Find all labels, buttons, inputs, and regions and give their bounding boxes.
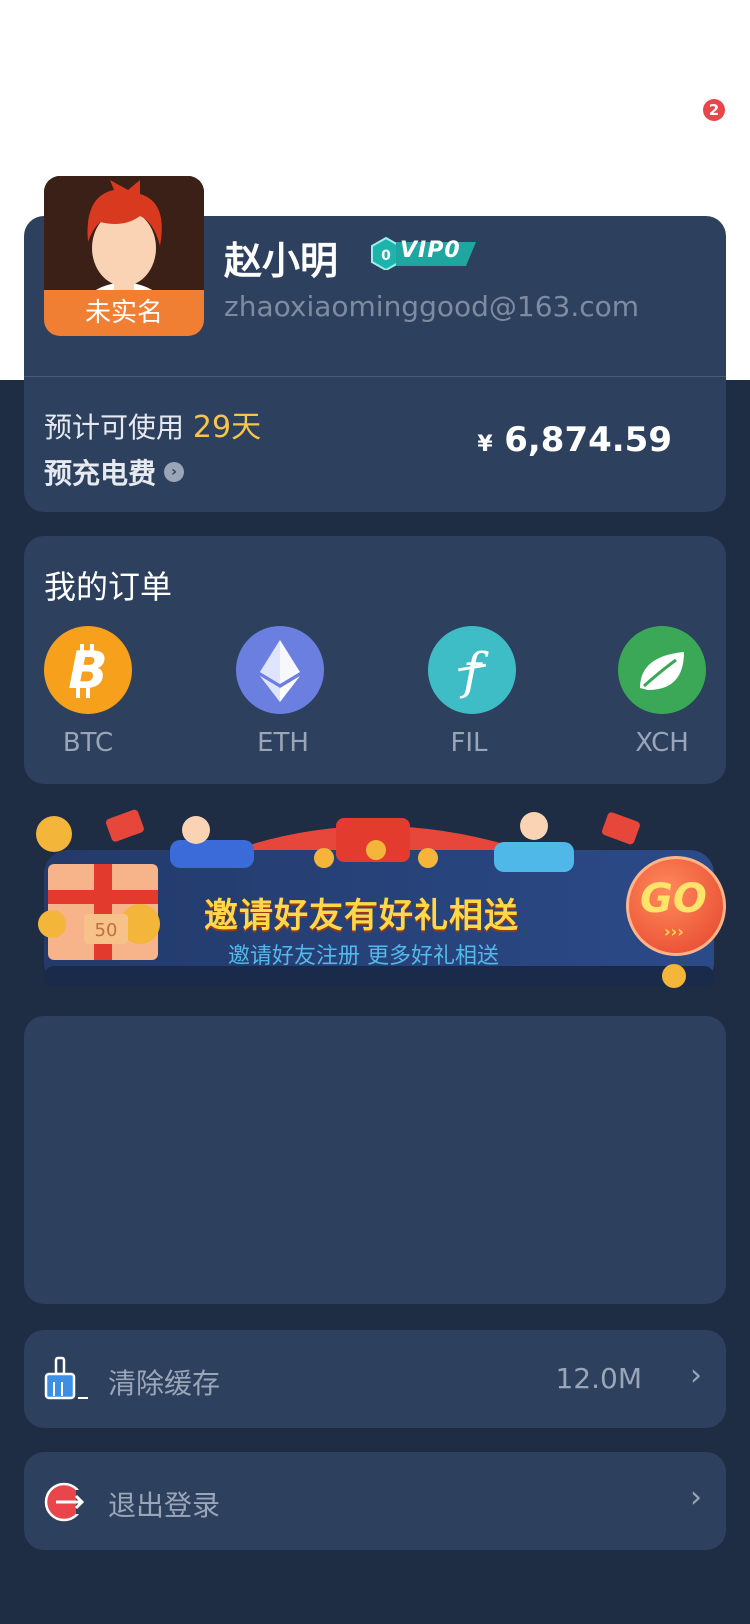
xch-label: XCH (635, 728, 689, 758)
fil-button[interactable]: f (428, 626, 516, 714)
usage-days: 预计可使用 29天 (44, 402, 261, 446)
balance: ¥ 6,874.59 (477, 420, 672, 460)
btc-label: BTC (62, 728, 114, 758)
triple-chevron-icon: ››› (664, 922, 684, 941)
chevron-right-icon: › (690, 1480, 702, 1515)
broom-icon (44, 1356, 88, 1400)
logout-label: 退出登录 (108, 1489, 221, 1522)
currency-symbol: ¥ (477, 432, 493, 457)
chevron-right-icon: › (690, 1358, 702, 1393)
logout-icon (44, 1482, 86, 1522)
btc-button[interactable]: B (44, 626, 132, 714)
banner-subtitle: 邀请好友注册 更多好礼相送 (228, 944, 499, 969)
cache-size: 12.0M (555, 1362, 642, 1395)
bitcoin-icon: B (68, 641, 108, 701)
vip-label: VIP0 (400, 238, 461, 263)
eth-button[interactable] (236, 626, 324, 714)
eth-label: ETH (257, 728, 309, 758)
chevron-right-icon: › (164, 462, 185, 482)
user-name: 赵小明 (224, 239, 339, 283)
verification-status-label: 未实名 (44, 290, 204, 336)
vip-level-number: 0 (381, 248, 391, 264)
recharge-label: 预充电费 (44, 457, 157, 490)
clear-cache-label: 清除缓存 (108, 1367, 221, 1400)
filecoin-icon: f (458, 642, 489, 700)
coupon-value: 50 (95, 920, 118, 941)
usage-days-value: 29天 (192, 410, 262, 445)
banner-title: 邀请好友有好礼相送 (204, 896, 519, 936)
chia-leaf-icon (640, 652, 684, 690)
xch-button[interactable] (618, 626, 706, 714)
avatar[interactable]: 未实名 (44, 176, 204, 336)
content-placeholder-card (24, 1016, 726, 1304)
ethereum-icon (260, 640, 300, 702)
usage-days-prefix: 预计可使用 (44, 411, 185, 444)
profile-divider (24, 376, 726, 377)
recharge-link[interactable]: 预充电费 › (44, 452, 185, 492)
orders-title: 我的订单 (44, 568, 173, 606)
svg-text:f: f (459, 642, 489, 700)
user-email: zhaoxiaominggood@163.com (224, 290, 640, 323)
go-label: GO (640, 876, 707, 922)
notification-badge[interactable]: 2 (703, 99, 725, 121)
fil-label: FIL (450, 728, 488, 758)
balance-amount: 6,874.59 (504, 420, 672, 460)
